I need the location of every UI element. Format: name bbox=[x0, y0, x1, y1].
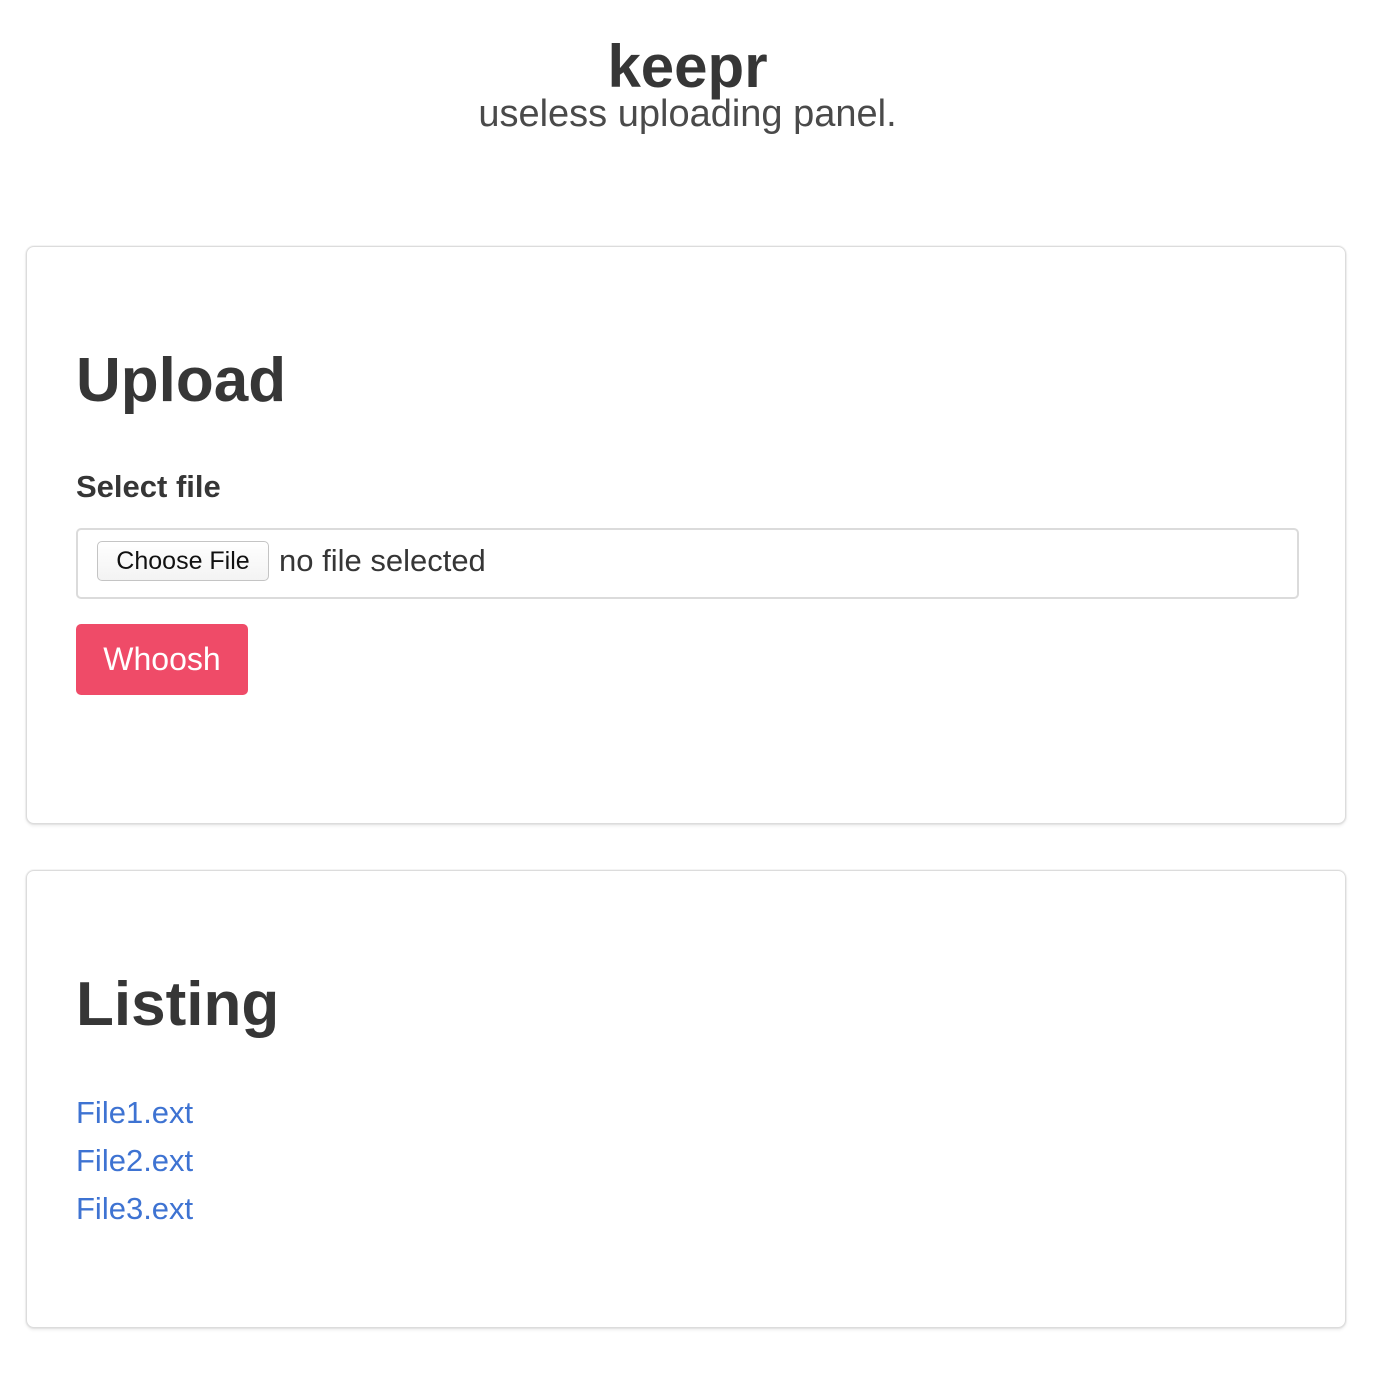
list-item: File2.ext bbox=[76, 1141, 193, 1189]
page: keepr useless uploading panel. Upload Se… bbox=[0, 0, 1375, 1375]
whoosh-upload-button[interactable]: Whoosh bbox=[76, 624, 248, 695]
app-subtitle: useless uploading panel. bbox=[478, 93, 897, 135]
file-link-1[interactable]: File1.ext bbox=[76, 1095, 193, 1130]
choose-file-button[interactable]: Choose File bbox=[97, 541, 269, 581]
listing-panel: Listing File1.ext File2.ext File3.ext bbox=[26, 870, 1346, 1328]
list-item: File1.ext bbox=[76, 1093, 193, 1141]
file-status-text: no file selected bbox=[279, 543, 486, 578]
file-input-field[interactable]: Choose File no file selected bbox=[76, 528, 1299, 599]
file-list: File1.ext File2.ext File3.ext bbox=[76, 1093, 193, 1237]
upload-panel: Upload Select file Choose File no file s… bbox=[26, 246, 1346, 824]
file-link-2[interactable]: File2.ext bbox=[76, 1143, 193, 1178]
hero-header: keepr useless uploading panel. bbox=[0, 30, 1375, 138]
upload-title: Upload bbox=[76, 346, 287, 415]
select-file-label: Select file bbox=[76, 469, 221, 504]
listing-title: Listing bbox=[76, 970, 280, 1039]
file-link-3[interactable]: File3.ext bbox=[76, 1191, 193, 1226]
list-item: File3.ext bbox=[76, 1189, 193, 1237]
